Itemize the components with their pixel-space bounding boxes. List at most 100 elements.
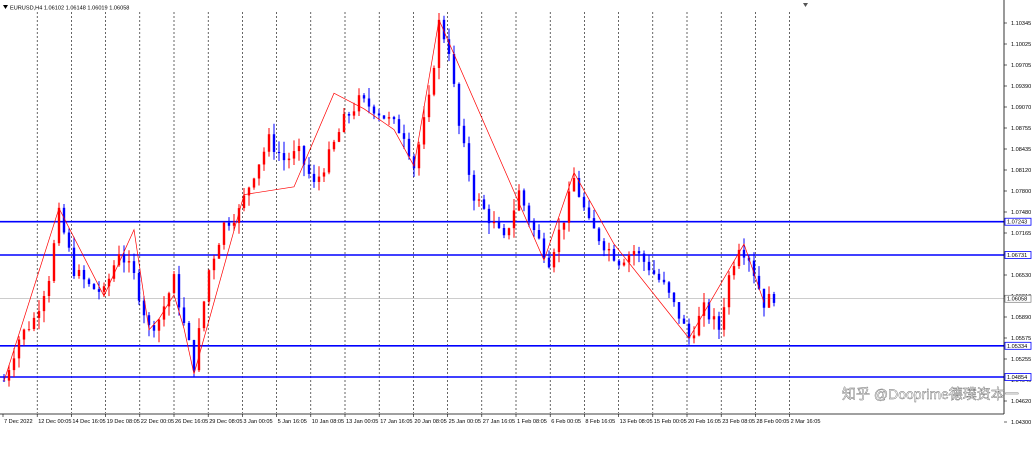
candle-body	[337, 132, 341, 142]
candle-body	[122, 254, 126, 263]
candle-body	[212, 258, 216, 271]
candle-body	[607, 248, 611, 251]
candle-body	[502, 227, 506, 236]
price-tick-label: 1.05255	[1011, 357, 1031, 363]
candle-body	[172, 274, 176, 294]
candle-body	[672, 292, 676, 303]
watermark: 知乎 @Dooprime德璞资本一	[842, 386, 1019, 402]
candle-body	[72, 247, 76, 277]
candle-body	[352, 111, 356, 116]
time-tick-label: 5 Jan 16:05	[278, 419, 307, 425]
time-tick-label: 28 Feb 00:05	[756, 419, 789, 425]
candle-body	[687, 323, 691, 339]
candle-body	[772, 293, 776, 303]
time-tick-label: 23 Feb 08:05	[722, 419, 755, 425]
candle-body	[612, 248, 616, 261]
candle-body	[102, 286, 106, 292]
candle-body	[662, 279, 666, 283]
candle-body	[742, 249, 746, 258]
candle-body	[17, 339, 21, 359]
time-tick-label: 2 Mar 16:05	[791, 419, 821, 425]
candle-body	[722, 307, 726, 330]
candle-body	[257, 164, 261, 179]
time-tick-label: 20 Feb 16:05	[688, 419, 721, 425]
symbol-title: EURUSD,H4 1.06102 1.06148 1.06019 1.0605…	[10, 6, 129, 12]
time-tick-label: 27 Jan 16:05	[483, 419, 515, 425]
candle-body	[97, 289, 101, 292]
candle-body	[462, 125, 466, 144]
candle-body	[277, 151, 281, 154]
time-tick-label: 7 Dec 2022	[4, 419, 33, 425]
time-tick-label: 12 Dec 00:05	[38, 419, 71, 425]
candle-body	[157, 319, 161, 331]
candle-body	[252, 178, 256, 188]
candle-body	[637, 251, 641, 254]
candle-body	[417, 144, 421, 169]
candle-body	[587, 207, 591, 219]
price-tick-label: 1.06530	[1011, 273, 1031, 279]
candle-body	[547, 257, 551, 268]
time-tick-label: 26 Dec 16:05	[175, 419, 208, 425]
level-price-label: 1.04854	[1007, 375, 1027, 381]
candle-body	[222, 222, 226, 245]
candle-body	[427, 94, 431, 118]
candle-body	[552, 252, 556, 268]
price-tick-label: 1.07800	[1011, 189, 1031, 195]
candle-body	[402, 133, 406, 139]
candle-body	[187, 322, 191, 341]
time-tick-label: 6 Feb 00:05	[551, 419, 581, 425]
candle-body	[432, 67, 436, 95]
candle-body	[82, 269, 86, 280]
time-tick-label: 20 Jan 08:05	[414, 419, 446, 425]
time-tick-label: 8 Feb 16:05	[585, 419, 615, 425]
price-tick-label: 1.08755	[1011, 126, 1031, 132]
candle-body	[597, 228, 601, 242]
candle-body	[227, 222, 231, 226]
candle-body	[507, 228, 511, 236]
candle-body	[297, 146, 301, 152]
time-tick-label: 10 Jan 08:05	[312, 419, 344, 425]
candle-body	[207, 270, 211, 302]
candle-body	[557, 229, 561, 253]
candle-body	[137, 272, 141, 301]
candle-body	[37, 311, 41, 318]
candle-body	[422, 117, 426, 145]
candle-body	[182, 307, 186, 323]
time-tick-label: 17 Jan 16:05	[380, 419, 412, 425]
price-tick-label: 1.07165	[1011, 231, 1031, 237]
candle-body	[47, 280, 51, 297]
time-tick-label: 13 Feb 08:05	[620, 419, 653, 425]
candle-body	[652, 270, 656, 274]
candle-body	[452, 53, 456, 84]
time-tick-label: 1 Feb 08:05	[517, 419, 547, 425]
candle-body	[537, 230, 541, 239]
price-chart[interactable]: 1.10345 1.10025 1.09705 1.09390 1.09070 1.087…	[0, 0, 1033, 458]
candle-body	[767, 293, 771, 308]
candle-body	[397, 119, 401, 134]
candle-body	[217, 244, 221, 259]
price-tick-label: 1.07480	[1011, 210, 1031, 216]
candle-body	[712, 316, 716, 320]
candle-body	[127, 261, 131, 263]
candle-body	[327, 149, 331, 173]
candle-body	[592, 218, 596, 229]
candle-body	[602, 241, 606, 251]
level-price-label: 1.05334	[1007, 344, 1027, 350]
candle-body	[467, 143, 471, 175]
candle-body	[632, 251, 636, 256]
candle-body	[132, 261, 136, 273]
candle-body	[482, 199, 486, 209]
time-tick-label: 29 Dec 08:05	[209, 419, 242, 425]
chart-window[interactable]: 1.10345 1.10025 1.09705 1.09390 1.09070 1.087…	[0, 0, 1033, 458]
candle-body	[647, 261, 651, 271]
candle-body	[717, 316, 721, 330]
candle-body	[202, 301, 206, 329]
candle-body	[317, 176, 321, 182]
candle-body	[357, 95, 361, 112]
candle-body	[642, 253, 646, 262]
candle-body	[27, 329, 31, 330]
candle-body	[272, 134, 276, 152]
candle-body	[177, 274, 181, 308]
price-tick-label: 1.08435	[1011, 147, 1031, 153]
candle-body	[387, 117, 391, 119]
